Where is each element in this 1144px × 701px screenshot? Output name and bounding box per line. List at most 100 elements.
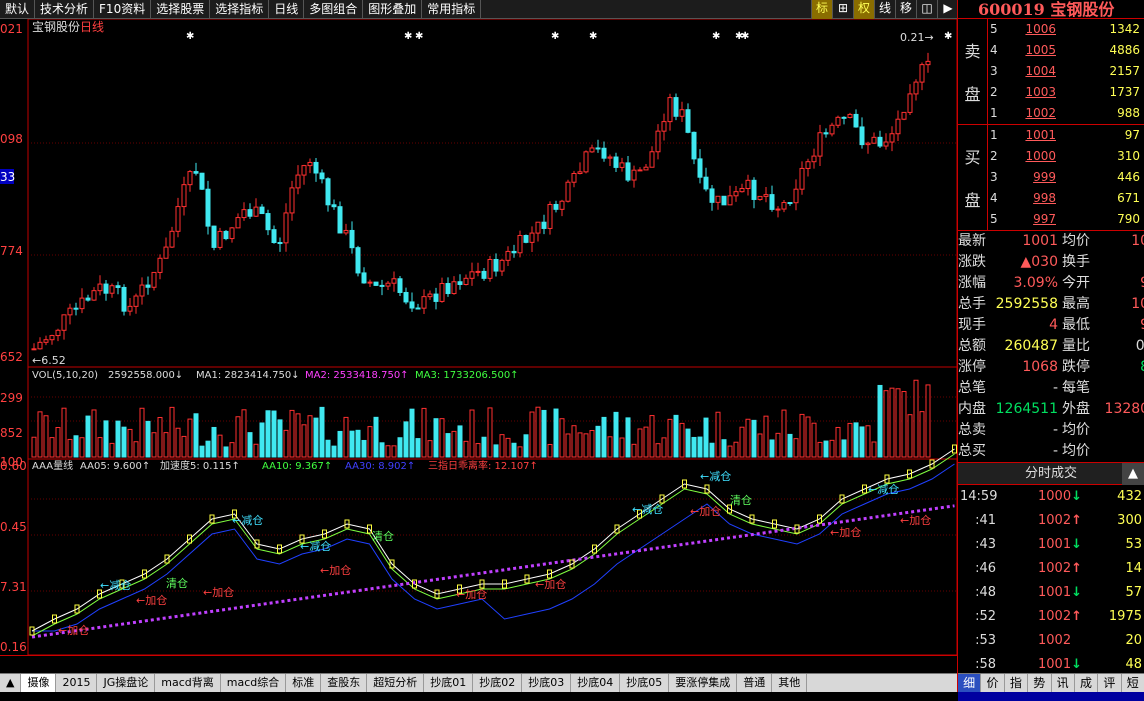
bottom-tab-7[interactable]: 查股东 [321, 674, 368, 692]
tick-row[interactable]: 14:59 1000↓ 432 [958, 485, 1144, 509]
bottom-tab-9[interactable]: 抄底01 [424, 674, 474, 692]
trade-signal-label: ←加仓 [535, 577, 566, 591]
tick-row[interactable]: :53 1002 20 [958, 629, 1144, 653]
bottom-tab-13[interactable]: 抄底05 [620, 674, 670, 692]
buy-price[interactable]: 998 [1008, 188, 1056, 209]
volume-bar [517, 446, 523, 458]
candle-body [673, 97, 679, 117]
kline-chart[interactable]: 02109877465233宝钢股份 日线←6.520.21→✱ ✱ ✱ ✱ ✱ ✱ ✱✱ ✱2… [0, 19, 958, 655]
tick-row[interactable]: :52 1002↑ 1975 [958, 605, 1144, 629]
candle-body [73, 307, 79, 310]
buy-price[interactable]: 1001 [1008, 125, 1056, 146]
volume-bar [835, 426, 841, 458]
bottom-tab-4[interactable]: macd背离 [155, 674, 221, 692]
candle-body [415, 307, 421, 310]
bottom-tab-16[interactable]: 其他 [772, 674, 808, 692]
bottom-tab-11[interactable]: 抄底03 [522, 674, 572, 692]
info-key: 涨幅 [958, 275, 986, 291]
toolbar-item-4[interactable]: 选择指标 [210, 0, 270, 19]
toolbar-item-7[interactable]: 图形叠加 [363, 0, 423, 19]
side-tab-7[interactable]: 短 [1122, 674, 1144, 692]
toolbar-item-8[interactable]: 常用指标 [422, 0, 482, 19]
sell-price[interactable]: 1004 [1008, 61, 1056, 82]
buy-level: 1 [990, 128, 998, 142]
candle-body [61, 314, 67, 331]
toolbar-item-0[interactable]: 默认 [0, 0, 36, 19]
move-icon[interactable]: 移 [895, 0, 916, 19]
info-value: ▲030 [1020, 254, 1059, 270]
candle-body [391, 278, 397, 284]
side-tab-6[interactable]: 评 [1098, 674, 1122, 692]
side-tab-2[interactable]: 指 [1005, 674, 1029, 692]
trade-signal-label: ←减仓 [868, 482, 899, 496]
volume-bar [541, 409, 547, 458]
volume-bar [901, 391, 907, 458]
tick-row[interactable]: :43 1001↓ 53 [958, 533, 1144, 557]
sell-price[interactable]: 1005 [1008, 40, 1056, 61]
sell-price[interactable]: 1002 [1008, 103, 1056, 124]
sell-price[interactable]: 1003 [1008, 82, 1056, 103]
info-value: 1001 [1022, 233, 1058, 249]
bottom-tab-5[interactable]: macd综合 [221, 674, 287, 692]
side-tab-1[interactable]: 价 [981, 674, 1005, 692]
buy-price[interactable]: 997 [1008, 209, 1056, 230]
side-tab-0[interactable]: 细 [958, 674, 982, 692]
buy-price[interactable]: 999 [1008, 167, 1056, 188]
bottom-tab-10[interactable]: 抄底02 [473, 674, 523, 692]
line-icon[interactable]: 线 [874, 0, 895, 19]
label-icon[interactable]: 标 [811, 0, 832, 19]
bottom-tab-3[interactable]: JG操盘论 [97, 674, 156, 692]
candle-body [79, 297, 85, 310]
volume-bar [817, 441, 823, 458]
info-value: 100 [1131, 233, 1144, 249]
toolbar-item-6[interactable]: 多图组合 [304, 0, 364, 19]
volume-bar [163, 432, 169, 458]
toolbar-item-5[interactable]: 日线 [269, 0, 305, 19]
buy-level: 5 [990, 212, 998, 226]
volume-bar [631, 443, 637, 458]
signal-star-icon: ✱ [589, 31, 597, 42]
info-key: 总额 [958, 338, 986, 354]
ticks-expand-icon[interactable]: ▲ [1122, 463, 1144, 485]
tick-volume: 432 [1117, 489, 1142, 504]
volume-bar [277, 419, 283, 458]
info-key: 最低 [1062, 317, 1090, 333]
buy-price[interactable]: 1000 [1008, 146, 1056, 167]
bottom-tab-1[interactable]: 摄像 [21, 674, 57, 692]
bottom-tab-14[interactable]: 要涨停集成 [669, 674, 738, 692]
prev-icon[interactable]: ◫ [916, 0, 937, 19]
bottom-tab-15[interactable]: 普通 [737, 674, 773, 692]
grid-icon[interactable]: ⊞ [832, 0, 853, 19]
volume-bar [829, 439, 835, 458]
info-value: 4 [1049, 317, 1058, 333]
toolbar-item-2[interactable]: F10资料 [94, 0, 152, 19]
tick-row[interactable]: :41 1002↑ 300 [958, 509, 1144, 533]
bottom-tab-0[interactable]: ▲ [0, 674, 22, 692]
quote-info: 最新1001均价100涨跌▲030换手涨幅3.09%今开98总手2592558最… [958, 231, 1144, 463]
sell-price[interactable]: 1006 [1008, 19, 1056, 40]
tick-row[interactable]: :48 1001↓ 57 [958, 581, 1144, 605]
info-row: 总额 260487量比 0.9 [958, 336, 1144, 357]
tick-list: 14:59 1000↓ 432:41 1002↑ 300:43 1001↓ 53:46 100… [958, 485, 1144, 701]
side-tab-3[interactable]: 势 [1028, 674, 1052, 692]
toolbar-item-1[interactable]: 技术分析 [35, 0, 95, 19]
volume-bar [625, 417, 631, 458]
info-row: 总卖 - 均价 [958, 420, 1144, 441]
bottom-tab-8[interactable]: 超短分析 [367, 674, 425, 692]
stock-label: 宝钢股份 [32, 20, 80, 34]
bottom-tab-12[interactable]: 抄底04 [571, 674, 621, 692]
rights-icon[interactable]: 权 [853, 0, 874, 19]
next-icon[interactable]: ▶ [937, 0, 958, 19]
side-tab-4[interactable]: 讯 [1052, 674, 1075, 692]
tick-row[interactable]: :46 1002↑ 14 [958, 557, 1144, 581]
tick-price: 1002 [1038, 633, 1072, 648]
candle-body [745, 179, 751, 190]
bottom-tab-2[interactable]: 2015 [56, 674, 98, 692]
toolbar-item-3[interactable]: 选择股票 [151, 0, 211, 19]
volume-bar [799, 413, 805, 458]
candle-body [883, 141, 889, 147]
side-tab-5[interactable]: 成 [1075, 674, 1099, 692]
bottom-tab-6[interactable]: 标准 [286, 674, 322, 692]
info-key: 最高 [1062, 296, 1090, 312]
candle-body [649, 151, 655, 168]
